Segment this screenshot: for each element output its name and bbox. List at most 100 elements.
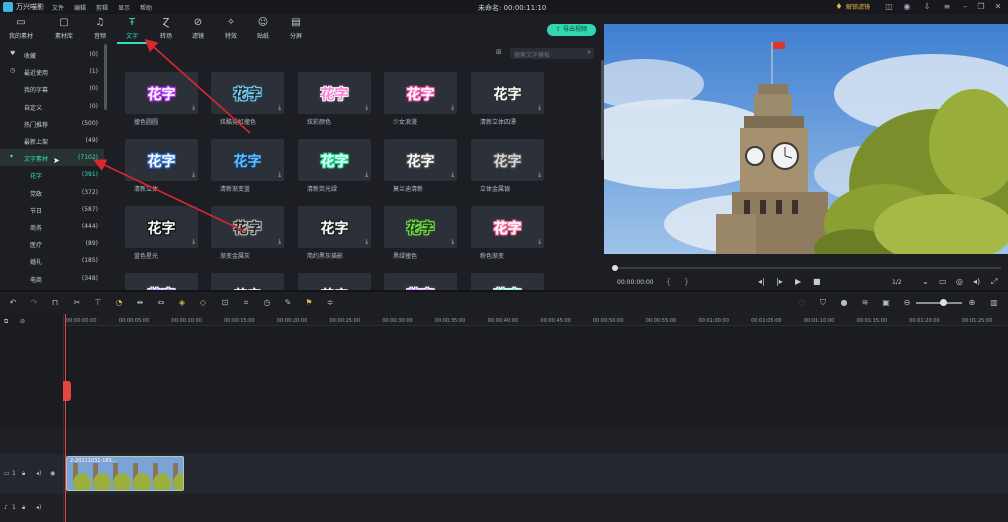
text-template-card[interactable]: 花字 ⤓ 简约黑灰描影 [298, 206, 371, 262]
zoom-slider-handle[interactable] [940, 299, 947, 306]
transform-icon[interactable]: ⊡ [220, 298, 230, 307]
text-template-card[interactable]: 花字⤓ [471, 273, 544, 290]
preview-seek-handle[interactable] [612, 265, 618, 271]
menu-icon[interactable]: ≡ [942, 2, 952, 12]
sidebar-item[interactable]: ▾ 文字素材 (7102) [0, 149, 104, 167]
video-clip[interactable]: 2-20211031-185... [66, 456, 184, 491]
text-template-card[interactable]: 花字⤓ [125, 273, 198, 290]
text-template-card[interactable]: 花字 ⤓ 清新立体 [125, 139, 198, 195]
crop-icon[interactable]: ⌗ [241, 298, 251, 308]
template-thumbnail[interactable]: 花字⤓ [384, 273, 457, 290]
template-thumbnail[interactable]: 花字⤓ [125, 72, 198, 114]
lock-icon[interactable]: 🔒︎ [22, 470, 25, 478]
template-thumbnail[interactable]: 花字⤓ [298, 139, 371, 181]
text-template-card[interactable]: 花字 ⤓ 清新荧光绿 [298, 139, 371, 195]
template-thumbnail[interactable]: 花字⤓ [298, 72, 371, 114]
sidebar-item[interactable]: 最新上架 (49) [0, 132, 104, 149]
render-icon[interactable]: ◌ [797, 298, 807, 307]
download-icon[interactable]: ⤓ [365, 171, 368, 179]
download-icon[interactable]: ⤓ [278, 238, 281, 246]
text-template-card[interactable]: 花字 ⤓ 炫彩颜色 [298, 72, 371, 128]
sidebar-scrollbar[interactable] [104, 44, 107, 110]
play-icon[interactable]: ▶ [795, 277, 801, 286]
split-icon[interactable]: ✂ [72, 298, 82, 307]
text-template-card[interactable]: 花字⤓ [298, 273, 371, 290]
audio-track[interactable] [0, 494, 1008, 522]
text-template-card[interactable]: 花字 ⤓ 立体金属银 [471, 139, 544, 195]
download-icon[interactable]: ⤓ [451, 104, 454, 112]
tab-stickers[interactable]: ☺ 贴纸 [248, 17, 278, 40]
tab-filters[interactable]: ⊘ 滤镜 [183, 17, 213, 40]
text-template-card[interactable]: 花字 ⤓ 炫酷霓虹撞色 [211, 72, 284, 128]
download-icon[interactable]: ⤓ [278, 171, 281, 179]
preview-ratio[interactable]: 1/2 [892, 279, 902, 286]
freeze-icon[interactable]: ⇹ [135, 298, 145, 307]
sidebar-item[interactable]: ♥ 收藏 (0) [0, 46, 104, 63]
mic-icon[interactable]: ● [839, 298, 849, 307]
zoom-slider[interactable] [916, 302, 962, 304]
maximize-icon[interactable]: ❐ [976, 2, 986, 12]
zoom-in-icon[interactable]: ⊕ [967, 298, 977, 307]
stop-icon[interactable]: ■ [813, 277, 821, 286]
speed-icon[interactable]: ◔ [114, 298, 124, 307]
text-template-card[interactable]: 花字⤓ [384, 273, 457, 290]
template-thumbnail[interactable]: 花字⤓ [471, 139, 544, 181]
template-thumbnail[interactable]: 花字⤓ [125, 206, 198, 248]
tab-text[interactable]: Ŧ 文字 [117, 17, 147, 44]
export-button[interactable]: ⇪ 导出视频 [547, 24, 596, 36]
template-thumbnail[interactable]: 花字⤓ [211, 139, 284, 181]
sidebar-item[interactable]: 商务 (444) [0, 218, 104, 235]
download-icon[interactable]: ⤓ [538, 104, 541, 112]
menu-clip[interactable]: 剪辑 [96, 3, 108, 12]
sidebar-item[interactable]: 婚礼 (185) [0, 252, 104, 269]
download-icon[interactable]: ⤓ [365, 104, 368, 112]
volume-icon[interactable]: ◂) [36, 470, 41, 477]
download-icon[interactable]: ⤓ [278, 104, 281, 112]
unlock-filters-link[interactable]: 解锁滤镜 [846, 2, 870, 11]
template-thumbnail[interactable]: 花字⤓ [298, 206, 371, 248]
grid-view-icon[interactable]: ⊞ [496, 48, 502, 56]
minimize-icon[interactable]: – [960, 2, 970, 12]
template-thumbnail[interactable]: 花字⤓ [125, 139, 198, 181]
sidebar-item[interactable]: 热门推荐 (500) [0, 115, 104, 132]
download-icon[interactable]: ⤓ [365, 238, 368, 246]
tab-audio[interactable]: ♫ 音频 [85, 17, 115, 40]
volume-icon[interactable]: ◂) [36, 504, 41, 511]
chevron-down-icon[interactable]: ⌄ [922, 277, 929, 286]
mix-icon[interactable]: ≋ [860, 298, 870, 307]
link-icon[interactable]: ⊘ [20, 318, 25, 325]
search-input[interactable]: 搜索文字模板 ⌕ [510, 48, 594, 59]
step-back-icon[interactable]: ◂| [758, 277, 765, 286]
menu-edit[interactable]: 编辑 [74, 3, 86, 12]
search-icon[interactable]: ⌕ [587, 48, 591, 57]
fullscreen-icon[interactable]: ⤢ [991, 277, 997, 287]
pen-icon[interactable]: ✎ [283, 298, 293, 307]
download-icon[interactable]: ⤓ [192, 104, 195, 112]
sidebar-item[interactable]: 自定义 (0) [0, 98, 104, 115]
display-icon[interactable]: ▭ [939, 277, 947, 286]
close-icon[interactable]: ✕ [993, 2, 1003, 12]
template-thumbnail[interactable]: 花字⤓ [471, 72, 544, 114]
frame-play-icon[interactable]: |▸ [776, 277, 783, 286]
sidebar-item[interactable]: 党政 (372) [0, 184, 104, 201]
template-thumbnail[interactable]: 花字⤓ [298, 273, 371, 290]
layout-icon[interactable]: ▣ [881, 298, 891, 307]
tab-split-screen[interactable]: ▤ 分屏 [281, 17, 311, 40]
tab-transitions[interactable]: Ɀ 转场 [151, 17, 181, 40]
undo-icon[interactable]: ↶ [8, 298, 18, 307]
shield-icon[interactable]: ⛉ [818, 298, 828, 308]
menu-help[interactable]: 帮助 [140, 3, 152, 12]
text-template-card[interactable]: 花字 ⤓ 清新渐变蓝 [211, 139, 284, 195]
download-icon[interactable]: ⇩ [922, 2, 932, 12]
menu-view[interactable]: 显示 [118, 3, 130, 12]
text-template-card[interactable]: 花字⤓ [211, 273, 284, 290]
snapshot-icon[interactable]: ◎ [956, 277, 963, 286]
sidebar-item[interactable]: ◷ 最近使用 (1) [0, 63, 104, 80]
tab-my-media[interactable]: ▭ 我的素材 [6, 17, 36, 40]
template-thumbnail[interactable]: 花字⤓ [471, 206, 544, 248]
text-template-card[interactable]: 花字 ⤓ 渐变金属灰 [211, 206, 284, 262]
sidebar-item[interactable]: 节日 (587) [0, 201, 104, 218]
settings-slider-icon[interactable]: ≑ [325, 298, 335, 307]
sidebar-item[interactable]: 我的字幕 (0) [0, 80, 104, 97]
text-template-card[interactable]: 花字 ⤓ 蓝色星光 [125, 206, 198, 262]
